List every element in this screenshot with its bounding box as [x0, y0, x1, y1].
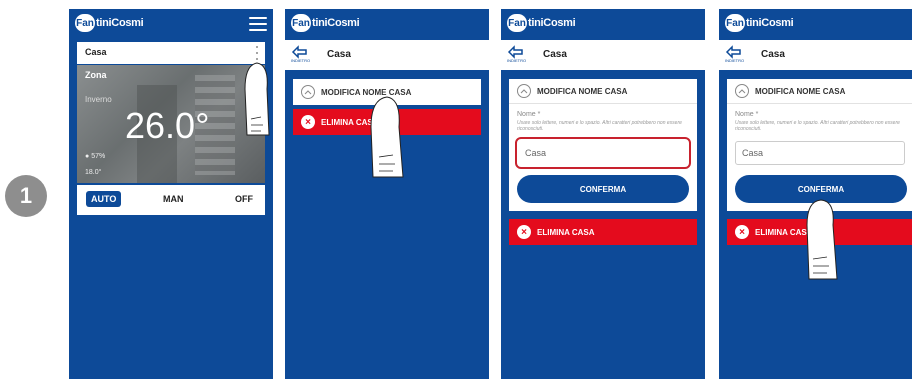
close-circle-icon: × — [735, 225, 749, 239]
delete-house-label: ELIMINA CASA — [537, 227, 595, 237]
confirm-button[interactable]: CONFERMA — [517, 175, 689, 203]
page-title: Casa — [327, 49, 351, 60]
menu-icon[interactable] — [249, 17, 267, 31]
zone-name: Zona — [85, 70, 107, 80]
rename-form: MODIFICA NOME CASA Nome * Usare solo let… — [509, 79, 697, 211]
chevron-up-icon — [517, 84, 531, 98]
logo-text: tiniCosmi — [312, 17, 360, 29]
rename-form-title: MODIFICA NOME CASA — [537, 86, 628, 96]
back-icon — [291, 45, 307, 59]
logo-mark: Fan — [291, 14, 311, 32]
logo-text: tiniCosmi — [746, 17, 794, 29]
hand-pointer-icon — [370, 96, 404, 178]
back-button[interactable]: INDIETRO — [507, 45, 527, 65]
back-label: INDIETRO — [507, 58, 527, 63]
mode-auto-button[interactable]: AUTO — [86, 191, 122, 207]
rename-form-header[interactable]: MODIFICA NOME CASA — [727, 79, 912, 104]
screen-rename-confirm: Fan tiniCosmi INDIETRO Casa MODIFICA NOME… — [719, 9, 912, 379]
name-field-label: Nome * — [735, 111, 759, 118]
name-input[interactable]: Casa — [515, 137, 691, 169]
chevron-up-icon — [735, 84, 749, 98]
sub-header: INDIETRO Casa — [501, 40, 705, 70]
home-card-title: Casa — [85, 47, 107, 57]
screen-rename-form: Fan tiniCosmi INDIETRO Casa MODIFICA NOME… — [501, 9, 705, 379]
temperature-value: 26.0° — [125, 105, 210, 146]
back-icon — [725, 45, 741, 59]
hand-pointer-icon — [244, 62, 270, 136]
brand-logo: Fan tiniCosmi — [725, 14, 794, 32]
sub-header: INDIETRO Casa — [719, 40, 912, 70]
logo-text: tiniCosmi — [528, 17, 576, 29]
name-field-hint: Usare solo lettere, numeri e lo spazio. … — [517, 120, 682, 132]
page-title: Casa — [761, 49, 785, 60]
mode-off-button[interactable]: OFF — [235, 194, 253, 204]
mode-man-button[interactable]: MAN — [163, 194, 184, 204]
external-temp: 18.0° — [85, 169, 102, 176]
brand-logo: Fan tiniCosmi — [75, 14, 144, 32]
brand-logo: Fan tiniCosmi — [507, 14, 576, 32]
logo-mark: Fan — [725, 14, 745, 32]
logo-mark: Fan — [75, 14, 95, 32]
logo-mark: Fan — [507, 14, 527, 32]
rename-form-title: MODIFICA NOME CASA — [755, 86, 846, 96]
rename-form-header[interactable]: MODIFICA NOME CASA — [509, 79, 697, 104]
back-label: INDIETRO — [291, 58, 311, 63]
step-number-badge: 1 — [5, 175, 47, 217]
logo-text: tiniCosmi — [96, 17, 144, 29]
rename-form: MODIFICA NOME CASA Nome * Usare solo let… — [727, 79, 912, 211]
humidity-text: 57% — [91, 153, 106, 160]
chevron-up-icon — [301, 85, 315, 99]
name-field-hint: Usare solo lettere, numeri e lo spazio. … — [735, 120, 900, 132]
delete-house-item[interactable]: × ELIMINA CASA — [509, 219, 697, 245]
back-label: INDIETRO — [725, 58, 745, 63]
page-title: Casa — [543, 49, 567, 60]
back-button[interactable]: INDIETRO — [291, 45, 311, 65]
app-header: Fan tiniCosmi — [719, 9, 912, 39]
app-header: Fan tiniCosmi — [285, 9, 489, 39]
screen-home: Fan tiniCosmi Casa Zona Inverno 26.0° ● 5… — [69, 9, 273, 379]
mode-bar: AUTO MAN OFF — [77, 185, 265, 215]
back-button[interactable]: INDIETRO — [725, 45, 745, 65]
humidity-icon: ● — [85, 153, 90, 160]
name-field-label: Nome * — [517, 111, 541, 118]
close-circle-icon: × — [517, 225, 531, 239]
name-input[interactable]: Casa — [735, 141, 905, 165]
back-icon — [507, 45, 523, 59]
sub-header: INDIETRO Casa — [285, 40, 489, 70]
close-circle-icon: × — [301, 115, 315, 129]
hand-pointer-icon — [806, 199, 838, 280]
brand-logo: Fan tiniCosmi — [291, 14, 360, 32]
season-label: Inverno — [85, 95, 112, 104]
humidity-value: ● 57% — [85, 153, 105, 160]
app-header: Fan tiniCosmi — [501, 9, 705, 39]
screen-house-options: Fan tiniCosmi INDIETRO Casa MODIFICA NOME… — [285, 9, 489, 379]
app-header: Fan tiniCosmi — [69, 9, 273, 39]
